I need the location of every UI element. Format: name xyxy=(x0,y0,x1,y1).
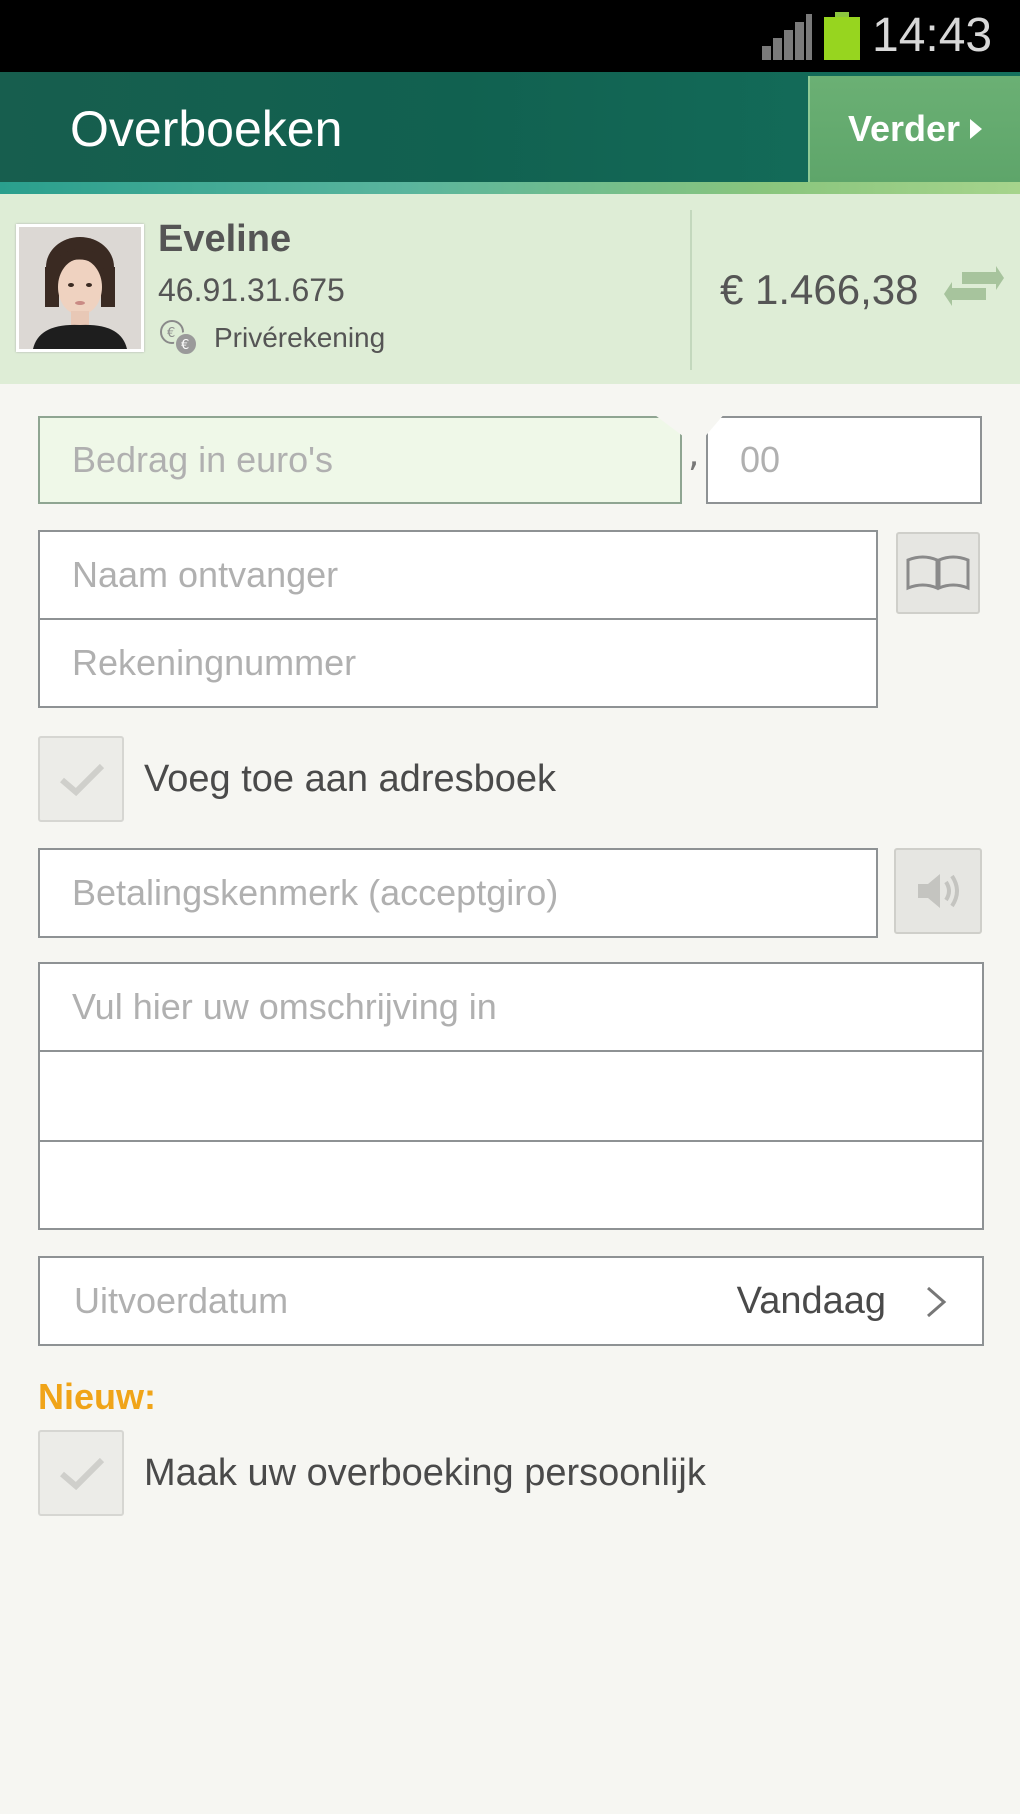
recipient-name-placeholder: Naam ontvanger xyxy=(72,554,339,595)
speaker-button[interactable] xyxy=(894,848,982,934)
add-to-addressbook-checkbox[interactable] xyxy=(38,736,124,822)
swap-arrows-icon[interactable] xyxy=(944,264,1004,314)
amount-placeholder: Bedrag in euro's xyxy=(72,439,334,480)
status-bar: 14:43 xyxy=(0,0,1020,72)
checkmark-icon xyxy=(60,1457,105,1491)
amount-input[interactable]: Bedrag in euro's xyxy=(38,416,682,504)
description-placeholder: Vul hier uw omschrijving in xyxy=(72,986,497,1027)
chevron-right-icon xyxy=(927,1286,947,1318)
battery-icon xyxy=(824,12,860,60)
checkmark-icon xyxy=(60,763,105,797)
execution-date-value: Vandaag xyxy=(736,1280,886,1322)
description-line-1[interactable]: Vul hier uw omschrijving in xyxy=(38,962,984,1052)
description-line-2[interactable] xyxy=(38,1050,984,1142)
header-accent-line xyxy=(0,182,1020,194)
coins-icon: € € xyxy=(160,320,198,356)
account-holder-name: Eveline xyxy=(158,218,292,260)
account-number-input[interactable]: Rekeningnummer xyxy=(38,618,878,708)
signal-icon xyxy=(762,14,812,60)
account-number: 46.91.31.675 xyxy=(158,272,345,308)
recipient-name-input[interactable]: Naam ontvanger xyxy=(38,530,878,620)
personalize-checkbox[interactable] xyxy=(38,1430,124,1516)
execution-date-row[interactable]: Uitvoerdatum Vandaag xyxy=(38,1256,984,1346)
speaker-icon xyxy=(918,874,959,908)
svg-text:€: € xyxy=(167,326,175,341)
cents-placeholder: 00 xyxy=(740,439,781,480)
book-icon xyxy=(906,555,970,591)
payment-reference-input[interactable]: Betalingskenmerk (acceptgiro) xyxy=(38,848,878,938)
account-type: Privérekening xyxy=(214,322,386,353)
next-button[interactable]: Verder xyxy=(808,76,1020,182)
status-time: 14:43 xyxy=(872,9,993,62)
decimal-separator: , xyxy=(688,434,700,475)
payment-reference-placeholder: Betalingskenmerk (acceptgiro) xyxy=(72,872,559,913)
cents-input[interactable]: 00 xyxy=(706,416,982,504)
add-to-addressbook-label: Voeg toe aan adresboek xyxy=(144,758,557,800)
account-balance: € 1.466,38 xyxy=(720,266,919,313)
chevron-right-icon xyxy=(970,119,983,139)
personalize-label: Maak uw overboeking persoonlijk xyxy=(144,1452,706,1494)
account-number-placeholder: Rekeningnummer xyxy=(72,642,357,683)
avatar xyxy=(16,224,144,352)
page-title: Overboeken xyxy=(70,101,343,157)
description-line-3[interactable] xyxy=(38,1140,984,1230)
new-feature-label: Nieuw: xyxy=(38,1376,157,1417)
addressbook-button[interactable] xyxy=(896,532,980,614)
svg-text:€: € xyxy=(181,338,189,353)
execution-date-label: Uitvoerdatum xyxy=(74,1280,289,1321)
next-button-label: Verder xyxy=(847,108,961,149)
account-divider xyxy=(690,210,692,370)
